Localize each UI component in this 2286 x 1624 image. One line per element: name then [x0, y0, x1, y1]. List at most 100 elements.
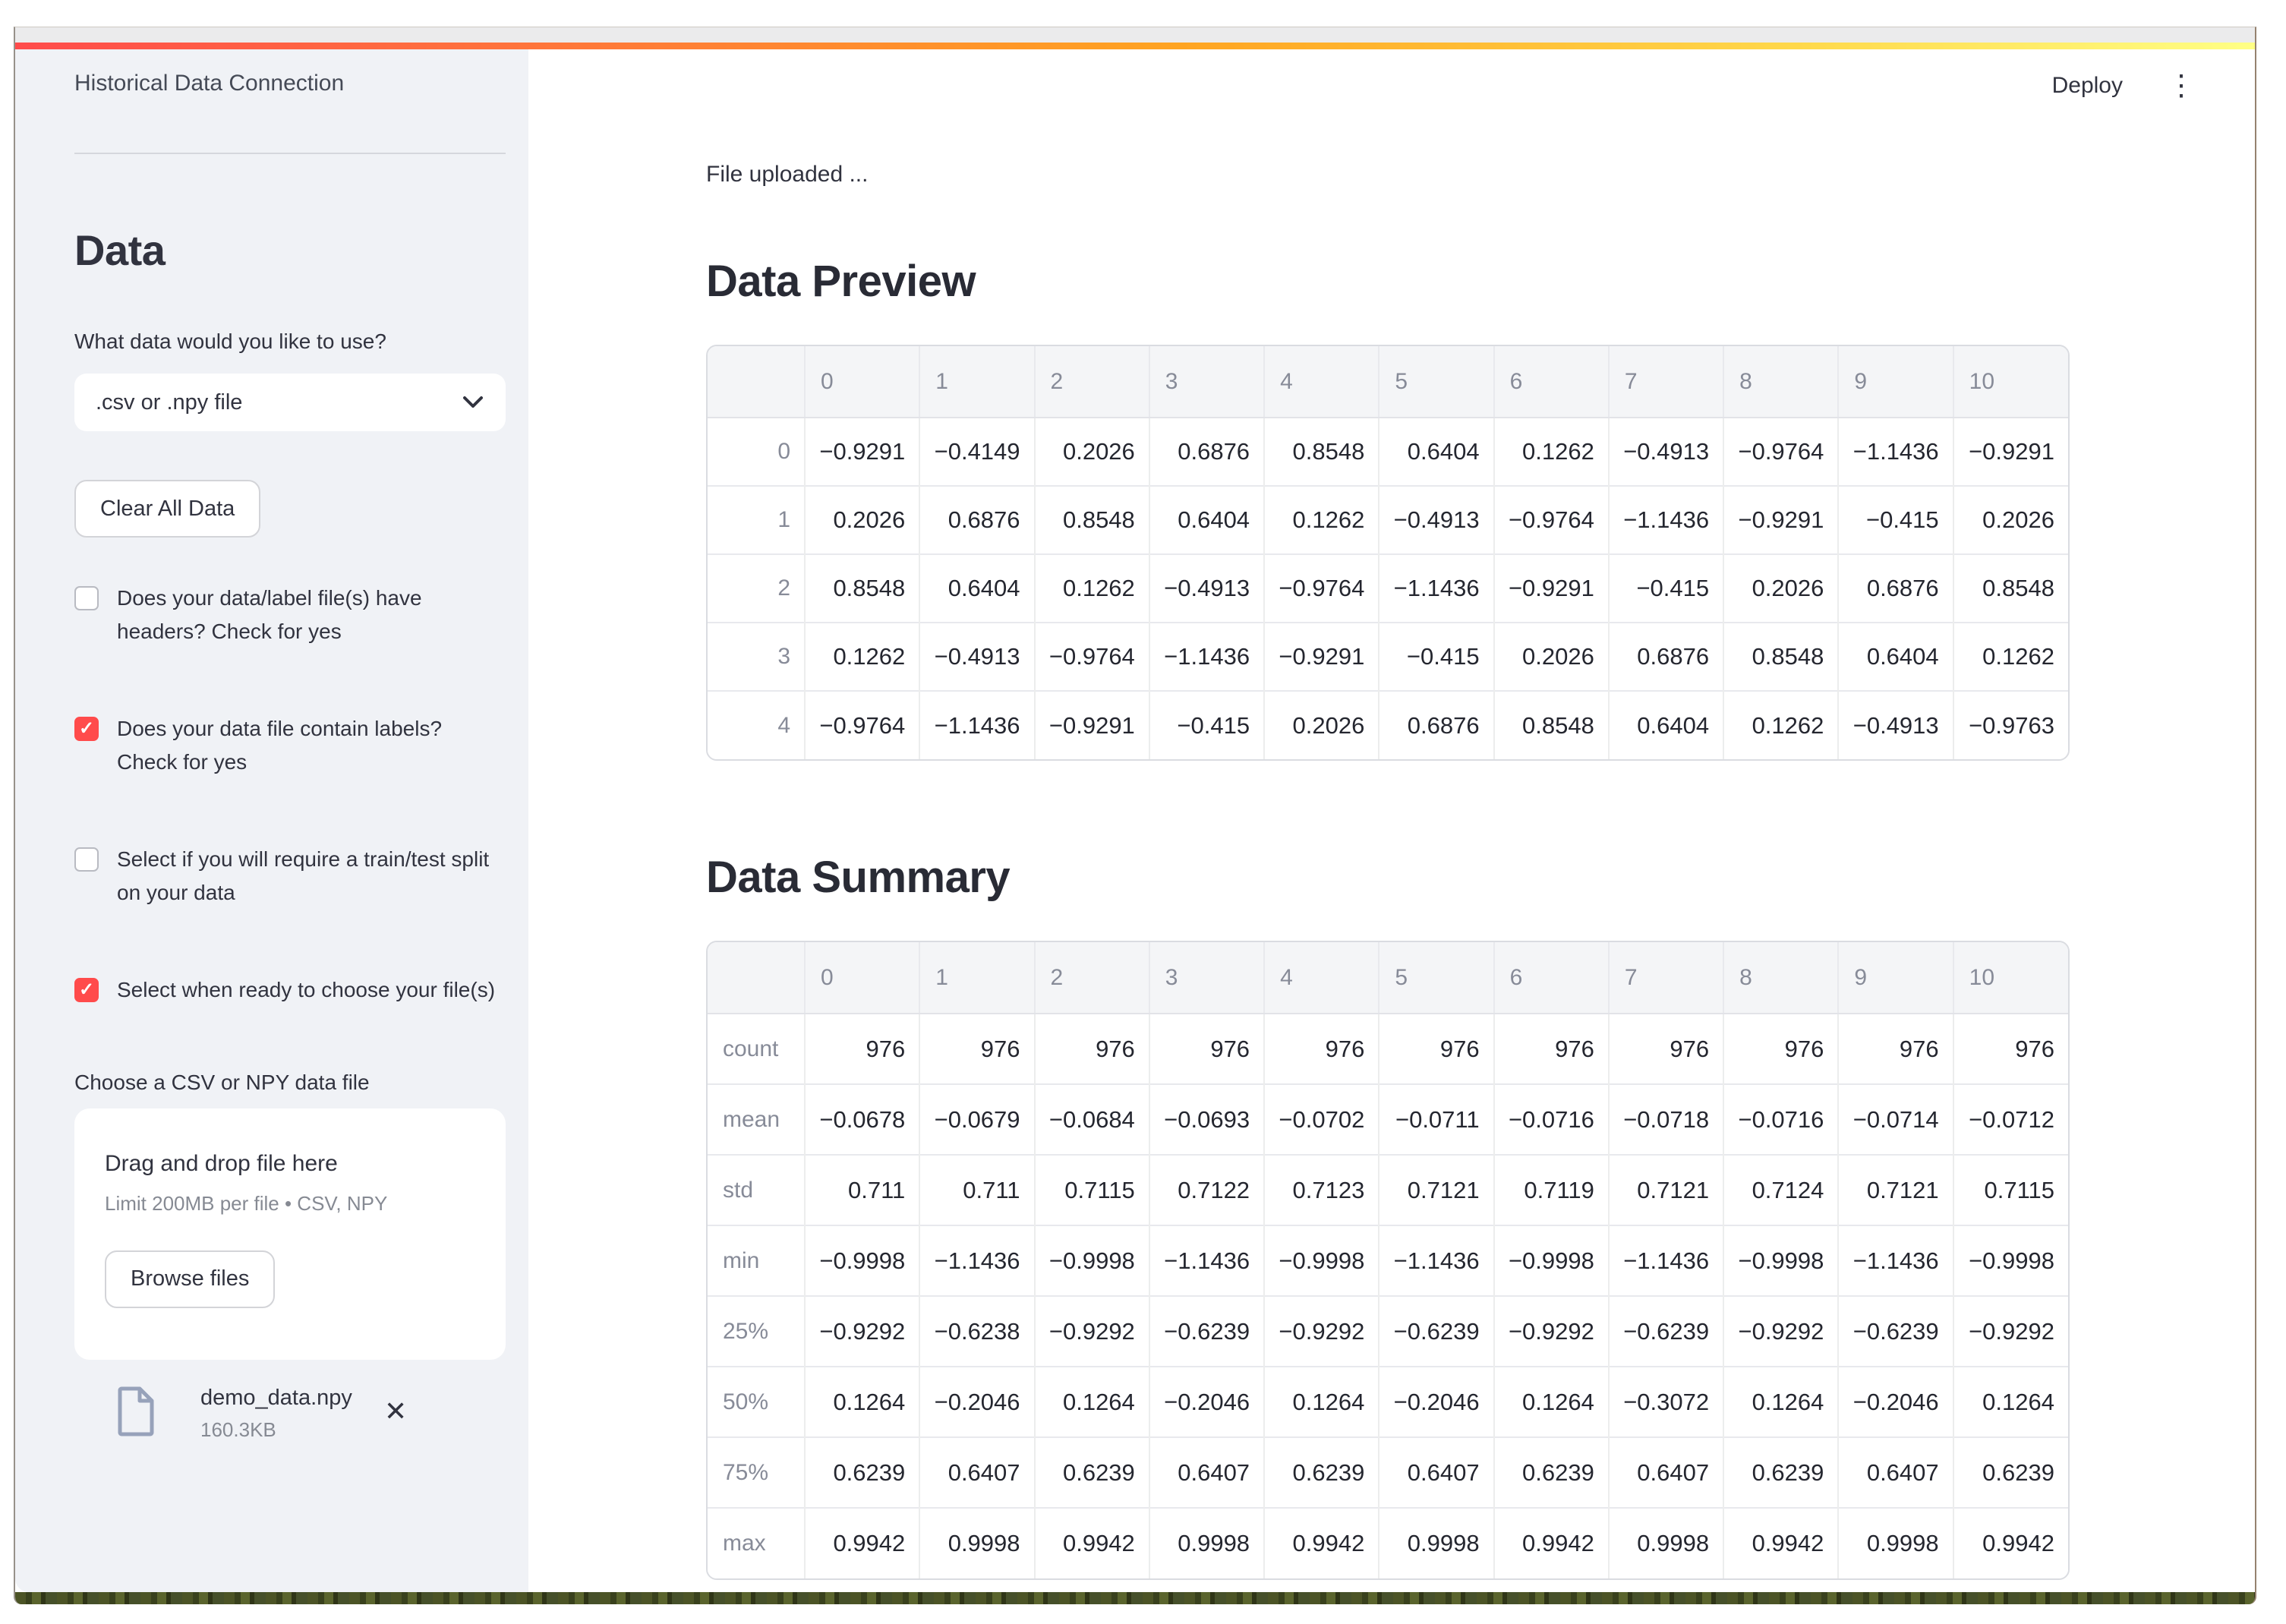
- table-cell[interactable]: −1.1436: [1379, 1225, 1493, 1296]
- table-cell[interactable]: 0.6876: [1379, 691, 1493, 759]
- table-cell[interactable]: −0.4913: [919, 623, 1034, 691]
- table-cell[interactable]: −0.4913: [1149, 554, 1264, 623]
- table-cell[interactable]: −0.0712: [1953, 1084, 2068, 1155]
- table-cell[interactable]: −0.9764: [1723, 418, 1838, 486]
- table-cell[interactable]: 976: [1264, 1014, 1379, 1084]
- table-cell[interactable]: 976: [1838, 1014, 1953, 1084]
- table-cell[interactable]: 0.6407: [1609, 1437, 1723, 1508]
- corner-cell[interactable]: [708, 942, 805, 1014]
- checkbox-labels[interactable]: ✓ Does your data file contain labels? Ch…: [74, 712, 506, 779]
- table-cell[interactable]: 0.8548: [1953, 554, 2068, 623]
- clear-all-data-button[interactable]: Clear All Data: [74, 480, 260, 538]
- table-cell[interactable]: −0.6239: [1379, 1296, 1493, 1367]
- table-cell[interactable]: −0.9763: [1953, 691, 2068, 759]
- table-cell[interactable]: −0.0714: [1838, 1084, 1953, 1155]
- corner-cell[interactable]: [708, 346, 805, 418]
- column-header[interactable]: 1: [919, 346, 1034, 418]
- table-cell[interactable]: 0.7119: [1494, 1155, 1609, 1225]
- table-cell[interactable]: 0.7121: [1609, 1155, 1723, 1225]
- table-cell[interactable]: −0.0716: [1494, 1084, 1609, 1155]
- table-cell[interactable]: −1.1436: [1838, 418, 1953, 486]
- table-cell[interactable]: −0.0693: [1149, 1084, 1264, 1155]
- table-cell[interactable]: −0.0716: [1723, 1084, 1838, 1155]
- table-cell[interactable]: −0.9998: [1723, 1225, 1838, 1296]
- table-cell[interactable]: 0.9942: [1953, 1508, 2068, 1578]
- column-header[interactable]: 0: [805, 942, 919, 1014]
- table-cell[interactable]: 0.9942: [1264, 1508, 1379, 1578]
- table-cell[interactable]: 0.9998: [919, 1508, 1034, 1578]
- table-cell[interactable]: −0.9291: [1035, 691, 1149, 759]
- data-preview-table[interactable]: 0123456789100−0.9291−0.41490.20260.68760…: [706, 345, 2070, 761]
- table-cell[interactable]: −1.1436: [1609, 1225, 1723, 1296]
- column-header[interactable]: 6: [1494, 942, 1609, 1014]
- table-cell[interactable]: −0.9292: [1035, 1296, 1149, 1367]
- table-cell[interactable]: −0.9764: [1264, 554, 1379, 623]
- table-cell[interactable]: −0.9291: [805, 418, 919, 486]
- checkbox-headers[interactable]: Does your data/label file(s) have header…: [74, 582, 506, 648]
- row-index[interactable]: 4: [708, 691, 805, 759]
- table-cell[interactable]: −0.9998: [1035, 1225, 1149, 1296]
- row-index[interactable]: min: [708, 1225, 805, 1296]
- table-cell[interactable]: −0.9291: [1953, 418, 2068, 486]
- table-cell[interactable]: −0.9292: [1494, 1296, 1609, 1367]
- table-cell[interactable]: −1.1436: [1149, 1225, 1264, 1296]
- table-cell[interactable]: 0.7124: [1723, 1155, 1838, 1225]
- column-header[interactable]: 5: [1379, 942, 1493, 1014]
- table-cell[interactable]: 0.2026: [1723, 554, 1838, 623]
- table-cell[interactable]: 0.8548: [805, 554, 919, 623]
- table-cell[interactable]: −0.9291: [1494, 554, 1609, 623]
- table-cell[interactable]: 0.1264: [1953, 1367, 2068, 1437]
- table-cell[interactable]: 0.2026: [1953, 486, 2068, 554]
- table-cell[interactable]: −0.9764: [1494, 486, 1609, 554]
- table-cell[interactable]: 0.8548: [1264, 418, 1379, 486]
- table-cell[interactable]: −1.1436: [1379, 554, 1493, 623]
- table-cell[interactable]: 0.7122: [1149, 1155, 1264, 1225]
- table-cell[interactable]: −0.9291: [1723, 486, 1838, 554]
- table-cell[interactable]: −0.9764: [805, 691, 919, 759]
- table-cell[interactable]: 0.1264: [1264, 1367, 1379, 1437]
- table-cell[interactable]: −0.0702: [1264, 1084, 1379, 1155]
- table-cell[interactable]: 0.2026: [1264, 691, 1379, 759]
- column-header[interactable]: 5: [1379, 346, 1493, 418]
- table-cell[interactable]: −0.9292: [1723, 1296, 1838, 1367]
- column-header[interactable]: 7: [1609, 346, 1723, 418]
- table-cell[interactable]: 0.1262: [805, 623, 919, 691]
- table-cell[interactable]: 0.2026: [1035, 418, 1149, 486]
- table-cell[interactable]: −0.2046: [1379, 1367, 1493, 1437]
- checkbox-labels-box[interactable]: ✓: [74, 717, 99, 741]
- table-cell[interactable]: −0.9998: [1953, 1225, 2068, 1296]
- table-cell[interactable]: 0.2026: [805, 486, 919, 554]
- remove-file-icon[interactable]: ✕: [384, 1398, 407, 1425]
- table-cell[interactable]: 0.9942: [1494, 1508, 1609, 1578]
- table-cell[interactable]: 976: [1609, 1014, 1723, 1084]
- column-header[interactable]: 3: [1149, 942, 1264, 1014]
- table-cell[interactable]: −1.1436: [1149, 623, 1264, 691]
- table-cell[interactable]: −0.6239: [1609, 1296, 1723, 1367]
- table-cell[interactable]: 0.2026: [1494, 623, 1609, 691]
- column-header[interactable]: 10: [1953, 942, 2068, 1014]
- checkbox-headers-box[interactable]: [74, 586, 99, 610]
- table-cell[interactable]: −0.0684: [1035, 1084, 1149, 1155]
- table-cell[interactable]: −0.6239: [1838, 1296, 1953, 1367]
- table-cell[interactable]: 0.9998: [1379, 1508, 1493, 1578]
- row-index[interactable]: 3: [708, 623, 805, 691]
- table-cell[interactable]: 0.6404: [919, 554, 1034, 623]
- column-header[interactable]: 9: [1838, 346, 1953, 418]
- table-cell[interactable]: 0.6239: [1953, 1437, 2068, 1508]
- table-cell[interactable]: −0.9292: [1264, 1296, 1379, 1367]
- table-cell[interactable]: 0.9998: [1609, 1508, 1723, 1578]
- table-cell[interactable]: 0.6407: [1379, 1437, 1493, 1508]
- column-header[interactable]: 7: [1609, 942, 1723, 1014]
- kebab-menu-icon[interactable]: ⋮: [2167, 71, 2196, 100]
- table-cell[interactable]: 0.1262: [1953, 623, 2068, 691]
- column-header[interactable]: 6: [1494, 346, 1609, 418]
- table-cell[interactable]: −0.2046: [1838, 1367, 1953, 1437]
- table-cell[interactable]: 0.8548: [1723, 623, 1838, 691]
- table-cell[interactable]: −0.0718: [1609, 1084, 1723, 1155]
- table-cell[interactable]: −0.9291: [1264, 623, 1379, 691]
- table-cell[interactable]: 0.1264: [1723, 1367, 1838, 1437]
- row-index[interactable]: mean: [708, 1084, 805, 1155]
- table-cell[interactable]: −0.415: [1838, 486, 1953, 554]
- table-cell[interactable]: 976: [805, 1014, 919, 1084]
- table-cell[interactable]: 0.9942: [1035, 1508, 1149, 1578]
